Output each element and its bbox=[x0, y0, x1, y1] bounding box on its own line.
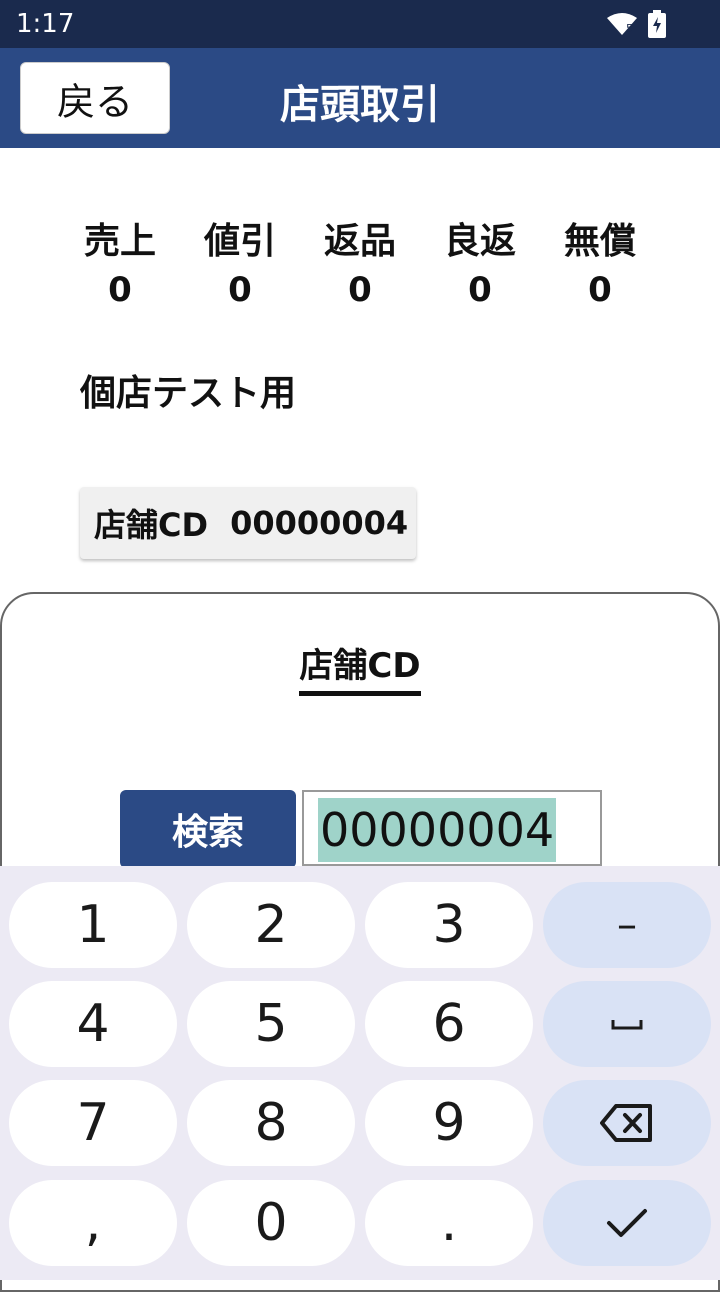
counter-label: 良返 bbox=[443, 221, 516, 262]
key-5[interactable]: 5 bbox=[187, 981, 355, 1067]
key-9[interactable]: 9 bbox=[365, 1080, 533, 1166]
numeric-keyboard: 1 2 3 – 4 5 6 7 8 9 , 0 . bbox=[0, 866, 720, 1280]
key-minus[interactable]: – bbox=[543, 882, 711, 968]
counter-good-return: 良返 0 bbox=[420, 212, 540, 310]
sheet-title: 店舗CD bbox=[2, 638, 718, 696]
key-comma[interactable]: , bbox=[9, 1180, 177, 1266]
counter-free: 無償 0 bbox=[540, 212, 660, 310]
counter-label: 返品 bbox=[323, 221, 396, 262]
counter-label: 売上 bbox=[83, 221, 156, 262]
key-6[interactable]: 6 bbox=[365, 981, 533, 1067]
svg-text:5: 5 bbox=[626, 22, 633, 35]
key-backspace[interactable] bbox=[543, 1080, 711, 1166]
counter-value: 0 bbox=[468, 270, 492, 310]
space-icon bbox=[611, 1020, 643, 1030]
counter-value: 0 bbox=[588, 270, 612, 310]
status-time: 1:17 bbox=[16, 9, 75, 39]
check-icon bbox=[607, 1209, 647, 1237]
counter-value: 0 bbox=[228, 270, 252, 310]
counter-label: 無償 bbox=[563, 221, 636, 262]
counter-label: 値引 bbox=[203, 221, 276, 262]
status-bar: 1:17 5 bbox=[0, 0, 720, 48]
key-7[interactable]: 7 bbox=[9, 1080, 177, 1166]
key-0[interactable]: 0 bbox=[187, 1180, 355, 1266]
counter-sales: 売上 0 bbox=[60, 212, 180, 310]
app-bar: 戻る 店頭取引 bbox=[0, 48, 720, 148]
counter-return: 返品 0 bbox=[300, 212, 420, 310]
store-code-value: 00000004 bbox=[230, 504, 409, 542]
counter-value: 0 bbox=[348, 270, 372, 310]
transaction-counters: 売上 0 値引 0 返品 0 良返 0 無償 0 bbox=[60, 212, 660, 310]
key-2[interactable]: 2 bbox=[187, 882, 355, 968]
store-code-label: 店舗CD bbox=[94, 506, 209, 544]
search-button[interactable]: 検索 bbox=[120, 790, 296, 868]
wifi-icon: 5 bbox=[607, 13, 637, 35]
shop-name: 個店テスト用 bbox=[80, 373, 297, 414]
key-space[interactable] bbox=[543, 981, 711, 1067]
key-3[interactable]: 3 bbox=[365, 882, 533, 968]
key-4[interactable]: 4 bbox=[9, 981, 177, 1067]
store-code-input[interactable]: 00000004 bbox=[302, 790, 602, 866]
battery-charging-icon bbox=[648, 10, 666, 38]
store-code-chip[interactable]: 店舗CD 00000004 bbox=[80, 487, 416, 559]
key-period[interactable]: . bbox=[365, 1180, 533, 1266]
key-8[interactable]: 8 bbox=[187, 1080, 355, 1166]
counter-discount: 値引 0 bbox=[180, 212, 300, 310]
store-code-input-value: 00000004 bbox=[318, 798, 557, 862]
key-done[interactable] bbox=[543, 1180, 711, 1266]
backspace-icon bbox=[600, 1104, 652, 1142]
sheet-title-text: 店舗CD bbox=[299, 638, 421, 696]
counter-value: 0 bbox=[108, 270, 132, 310]
key-1[interactable]: 1 bbox=[9, 882, 177, 968]
page-title: 店頭取引 bbox=[280, 82, 440, 128]
